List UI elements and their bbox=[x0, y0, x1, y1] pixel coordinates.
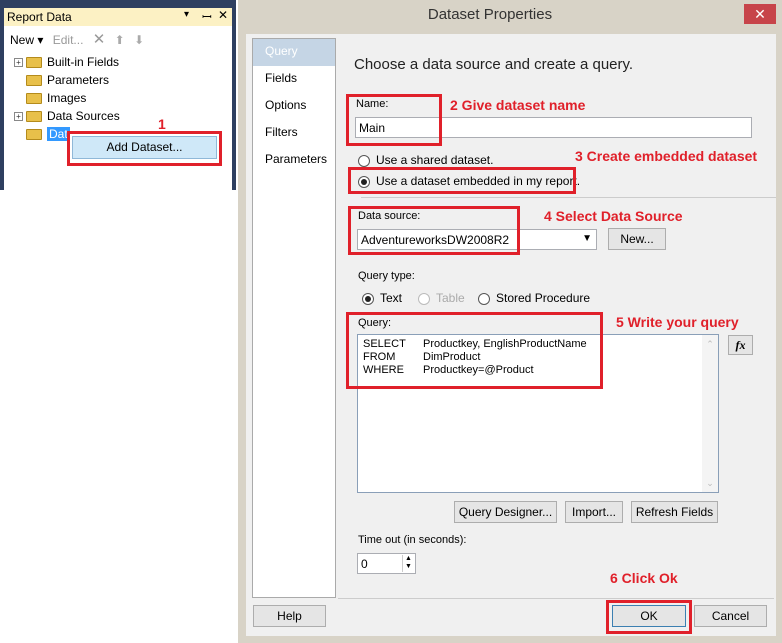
timeout-label: Time out (in seconds): bbox=[358, 534, 467, 546]
annotation-box-6 bbox=[606, 600, 692, 634]
page-heading: Choose a data source and create a query. bbox=[354, 56, 634, 73]
folder-icon bbox=[26, 57, 42, 69]
query-designer-button[interactable]: Query Designer... bbox=[454, 501, 557, 523]
annotation-box-5 bbox=[346, 312, 603, 389]
close-icon[interactable]: ✕ bbox=[218, 8, 228, 22]
expand-icon[interactable]: + bbox=[14, 58, 23, 68]
stepper-arrows-icon[interactable]: ▲ ▼ bbox=[402, 555, 414, 572]
annotation-box-3 bbox=[348, 167, 576, 194]
query-type-label: Query type: bbox=[358, 270, 415, 282]
annotation-3: 3 Create embedded dataset bbox=[575, 148, 758, 164]
folder-icon bbox=[26, 111, 42, 123]
query-scrollbar[interactable]: ⌃ ⌄ bbox=[702, 335, 718, 492]
close-button[interactable]: ✕ bbox=[744, 4, 776, 24]
cancel-button[interactable]: Cancel bbox=[694, 605, 767, 627]
nav-options[interactable]: Options bbox=[253, 93, 335, 120]
edit-button[interactable]: Edit... bbox=[53, 33, 84, 47]
report-data-toolbar: New ▾ Edit... ✕ ⬆ ⬇ bbox=[4, 28, 232, 48]
folder-icon bbox=[26, 93, 42, 105]
dataset-properties-dialog: Dataset Properties ✕ Query Fields Option… bbox=[238, 0, 782, 643]
tree-item-parameters[interactable]: Parameters bbox=[26, 73, 109, 87]
expand-icon[interactable]: + bbox=[14, 112, 23, 122]
dialog-title: Dataset Properties bbox=[427, 6, 553, 23]
nav-list: Query Fields Options Filters Parameters bbox=[252, 38, 336, 598]
dropdown-icon[interactable]: ▾ bbox=[184, 9, 189, 20]
nav-parameters[interactable]: Parameters bbox=[253, 147, 335, 174]
tree-item-data-sources[interactable]: + Data Sources bbox=[14, 109, 120, 123]
move-up-icon[interactable]: ⬆ bbox=[115, 33, 125, 47]
new-button[interactable]: New ▾ bbox=[10, 33, 43, 47]
panel-title: Report Data bbox=[7, 10, 72, 24]
nav-query[interactable]: Query bbox=[253, 39, 335, 66]
tree-item-datasets[interactable]: Dat bbox=[26, 127, 70, 141]
divider bbox=[338, 598, 774, 599]
divider bbox=[361, 197, 776, 198]
pin-icon[interactable]: ꟷ bbox=[202, 8, 212, 25]
annotation-box-1: Add Dataset... bbox=[67, 131, 222, 166]
nav-fields[interactable]: Fields bbox=[253, 66, 335, 93]
annotation-box-4 bbox=[348, 206, 520, 255]
delete-icon[interactable]: ✕ bbox=[93, 31, 106, 48]
annotation-4: 4 Select Data Source bbox=[544, 208, 683, 224]
query-type-table-radio[interactable]: Table bbox=[418, 291, 465, 305]
refresh-fields-button[interactable]: Refresh Fields bbox=[631, 501, 718, 523]
tree-item-images[interactable]: Images bbox=[26, 91, 86, 105]
report-data-header: Report Data ▾ ꟷ ✕ bbox=[4, 8, 232, 26]
annotation-box-2 bbox=[346, 94, 442, 146]
query-type-text-radio[interactable]: Text bbox=[362, 291, 402, 305]
chevron-down-icon: ▼ bbox=[582, 233, 592, 244]
query-type-sp-radio[interactable]: Stored Procedure bbox=[478, 291, 590, 305]
annotation-2: 2 Give dataset name bbox=[450, 97, 586, 113]
timeout-stepper[interactable]: 0 ▲ ▼ bbox=[357, 553, 416, 574]
import-button[interactable]: Import... bbox=[565, 501, 623, 523]
new-datasource-button[interactable]: New... bbox=[608, 228, 666, 250]
annotation-5: 5 Write your query bbox=[616, 314, 739, 330]
folder-icon bbox=[26, 75, 42, 87]
shared-dataset-radio[interactable]: Use a shared dataset. bbox=[358, 153, 493, 167]
expression-fx-button[interactable]: fx bbox=[728, 335, 753, 355]
annotation-1: 1 bbox=[158, 116, 166, 132]
help-button[interactable]: Help bbox=[253, 605, 326, 627]
dialog-body: Query Fields Options Filters Parameters … bbox=[246, 34, 776, 636]
nav-filters[interactable]: Filters bbox=[253, 120, 335, 147]
add-dataset-menu-item[interactable]: Add Dataset... bbox=[72, 136, 217, 159]
move-down-icon[interactable]: ⬇ bbox=[134, 33, 144, 47]
tree-item-built-in-fields[interactable]: + Built-in Fields bbox=[14, 55, 119, 69]
annotation-6: 6 Click Ok bbox=[610, 570, 678, 586]
folder-icon bbox=[26, 129, 42, 141]
